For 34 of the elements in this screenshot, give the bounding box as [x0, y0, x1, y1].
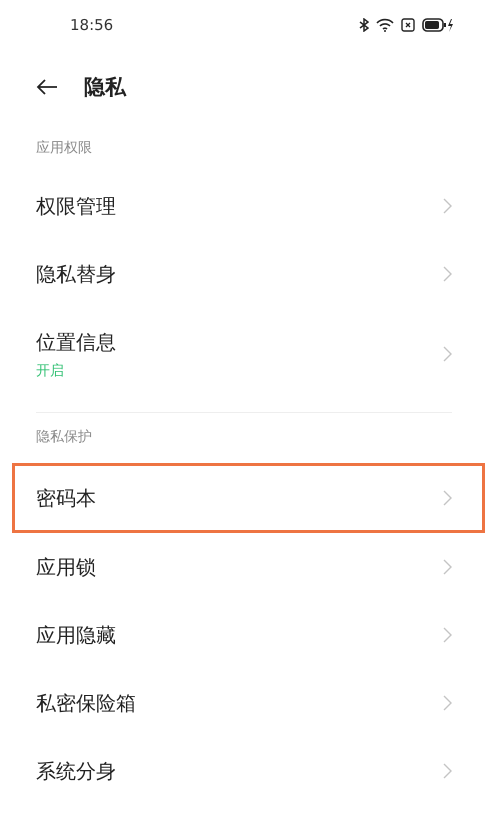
- item-label: 应用隐藏: [36, 622, 116, 648]
- item-label: 私密保险箱: [36, 690, 136, 716]
- back-arrow-icon[interactable]: [36, 79, 58, 95]
- settings-item[interactable]: 密码本: [12, 463, 485, 533]
- chevron-right-icon: [443, 266, 452, 282]
- chevron-right-icon: [443, 198, 452, 214]
- section-header: 应用权限: [36, 139, 93, 158]
- settings-item[interactable]: 位置信息 开启: [36, 308, 452, 400]
- item-label: 应用锁: [36, 554, 96, 580]
- chevron-right-icon: [443, 559, 452, 575]
- chevron-right-icon: [443, 490, 452, 506]
- settings-item[interactable]: 权限管理: [36, 172, 452, 240]
- chevron-right-icon: [443, 627, 452, 643]
- item-label: 系统分身: [36, 758, 116, 784]
- item-label: 位置信息: [36, 328, 116, 356]
- item-label: 密码本: [36, 484, 96, 512]
- battery-icon: [422, 18, 454, 32]
- section-header: 隐私保护: [36, 428, 93, 447]
- chevron-right-icon: [443, 763, 452, 779]
- wifi-icon: [376, 18, 394, 32]
- bluetooth-icon: [359, 18, 369, 32]
- page-title: 隐私: [84, 74, 126, 101]
- sim-icon: [401, 18, 415, 32]
- settings-item[interactable]: 系统分身: [36, 737, 452, 805]
- status-text: 开启: [36, 362, 65, 380]
- settings-item[interactable]: 隐私替身: [36, 240, 452, 308]
- settings-item[interactable]: 应用锁: [36, 533, 452, 601]
- settings-item[interactable]: 私密保险箱: [36, 669, 452, 737]
- chevron-right-icon: [443, 346, 452, 362]
- item-label: 隐私替身: [36, 260, 116, 288]
- settings-item[interactable]: 应用隐藏: [36, 601, 452, 669]
- chevron-right-icon: [443, 695, 452, 711]
- status-time: 18:56: [70, 16, 114, 34]
- item-label: 权限管理: [36, 192, 116, 220]
